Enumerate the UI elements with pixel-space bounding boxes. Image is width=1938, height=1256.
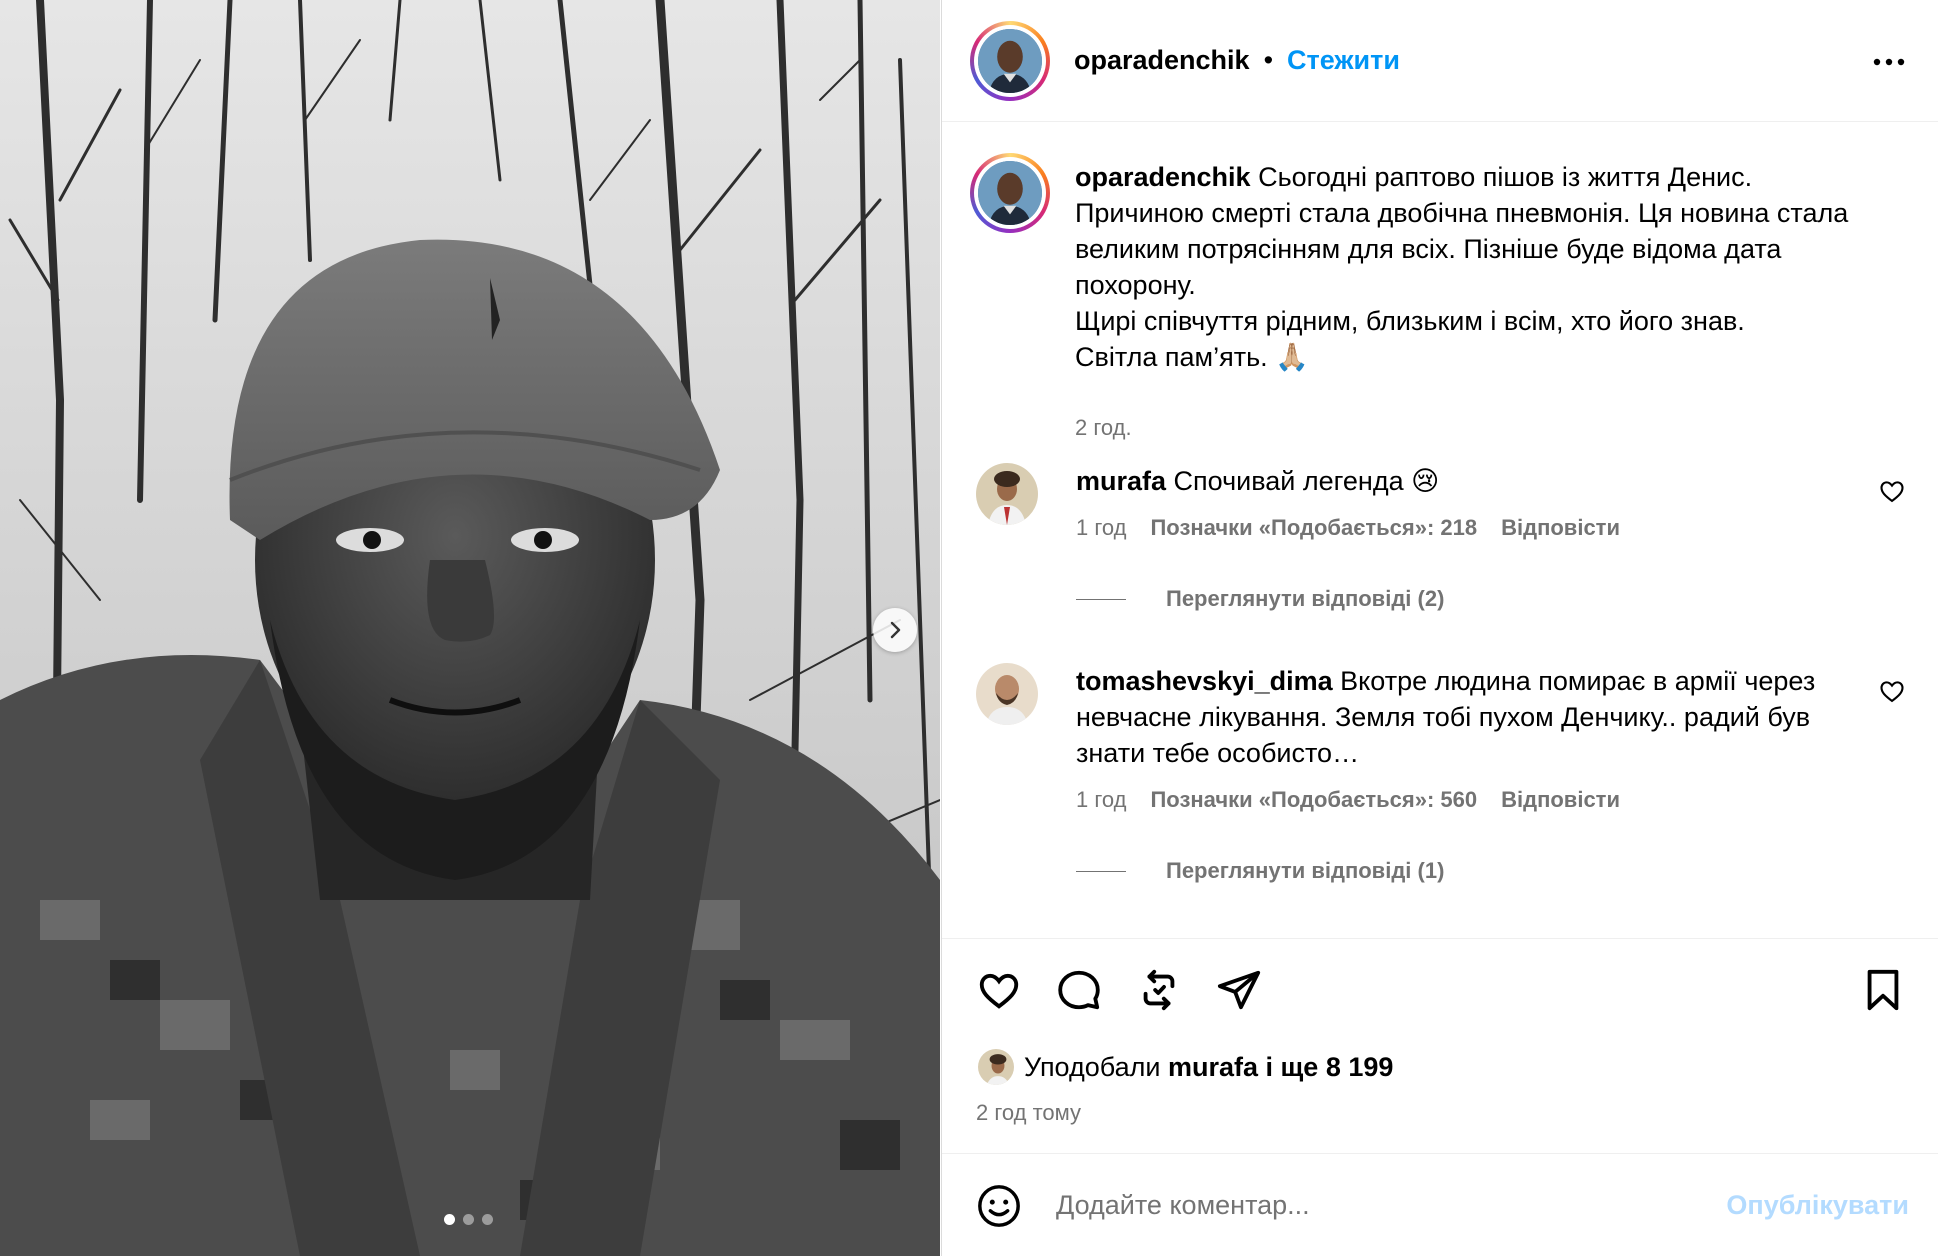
- caption-author-avatar[interactable]: [970, 153, 1050, 233]
- comment-meta: 1 год Позначки «Подобається»: 218 Відпов…: [1076, 515, 1620, 541]
- comments-list[interactable]: oparadenchik Сьогодні раптово пішов із ж…: [942, 123, 1938, 938]
- comment-body: Спочивай легенда 😢: [1173, 466, 1440, 496]
- commenter-avatar[interactable]: [976, 663, 1038, 725]
- separator-dot: •: [1263, 45, 1274, 75]
- heart-icon[interactable]: [976, 967, 1022, 1013]
- photo-image: [0, 0, 940, 1256]
- caption-timestamp: 2 год.: [1075, 415, 1132, 440]
- caption-body-line3: Світла пам’ять. 🙏🏼: [1075, 342, 1309, 372]
- bookmark-icon[interactable]: [1860, 967, 1906, 1013]
- comment-timestamp: 1 год: [1076, 787, 1127, 812]
- likes-prefix: Уподобали: [1024, 1051, 1161, 1082]
- publish-button[interactable]: Опублікувати: [1726, 1190, 1909, 1221]
- view-replies-label: Переглянути відповіді (1): [1166, 858, 1445, 883]
- action-bar: Уподобали murafa і ще 8 199 2 год тому О…: [942, 938, 1938, 1256]
- caption-text: oparadenchik Сьогодні раптово пішов із ж…: [1075, 159, 1875, 375]
- next-arrow-icon: [890, 621, 901, 639]
- comment-meta: 1 год Позначки «Подобається»: 560 Відпов…: [1076, 787, 1620, 813]
- comment-composer: Опублікувати: [942, 1153, 1938, 1256]
- comment-like-count[interactable]: Позначки «Подобається»: 218: [1150, 515, 1477, 541]
- next-slide-button[interactable]: [873, 608, 917, 652]
- carousel-dot: [444, 1214, 455, 1225]
- replies-divider: [1076, 870, 1126, 872]
- carousel-dots: [444, 1214, 493, 1225]
- comment-text: murafa Спочивай легенда 😢: [1076, 463, 1836, 499]
- caption-username[interactable]: oparadenchik: [1075, 162, 1251, 192]
- emoji-icon[interactable]: [976, 1183, 1022, 1229]
- likes-count[interactable]: і ще 8 199: [1266, 1052, 1394, 1083]
- comment-like-count[interactable]: Позначки «Подобається»: 560: [1150, 787, 1477, 813]
- view-replies-button[interactable]: Переглянути відповіді (1): [1076, 858, 1444, 884]
- repost-icon[interactable]: [1136, 967, 1182, 1013]
- reply-button[interactable]: Відповісти: [1501, 515, 1620, 541]
- author-avatar-image: [978, 28, 1042, 93]
- commenter-avatar[interactable]: [976, 463, 1038, 525]
- view-replies-button[interactable]: Переглянути відповіді (2): [1076, 586, 1444, 612]
- commenter-username[interactable]: murafa: [1076, 466, 1166, 496]
- comment-like-icon[interactable]: [1878, 677, 1906, 705]
- replies-divider: [1076, 598, 1126, 600]
- reply-button[interactable]: Відповісти: [1501, 787, 1620, 813]
- likes-summary: Уподобали murafa і ще 8 199: [976, 1047, 1393, 1087]
- more-icon[interactable]: [1869, 47, 1909, 77]
- post-panel: oparadenchik • Стежити oparadenchik Сьог…: [941, 0, 1938, 1256]
- share-icon[interactable]: [1216, 967, 1262, 1013]
- comment-icon[interactable]: [1056, 967, 1102, 1013]
- comment-timestamp: 1 год: [1076, 515, 1127, 540]
- carousel-dot: [482, 1214, 493, 1225]
- post-header: oparadenchik • Стежити: [942, 0, 1938, 122]
- commenter-avatar-image: [976, 663, 1038, 725]
- post-photo[interactable]: [0, 0, 940, 1256]
- commenter-username[interactable]: tomashevskyi_dima: [1076, 666, 1333, 696]
- view-replies-label: Переглянути відповіді (2): [1166, 586, 1445, 611]
- comment-like-icon[interactable]: [1878, 477, 1906, 505]
- post-timestamp: 2 год тому: [976, 1100, 1082, 1125]
- caption-author-avatar-image: [978, 161, 1042, 225]
- author-username[interactable]: oparadenchik: [1074, 45, 1250, 76]
- liker-avatar-image: [978, 1049, 1014, 1085]
- commenter-avatar-image: [976, 463, 1038, 525]
- carousel-dot: [463, 1214, 474, 1225]
- author-avatar[interactable]: [970, 20, 1050, 101]
- comment-input[interactable]: [1056, 1190, 1696, 1221]
- comment-text: tomashevskyi_dima Вкотре людина помирає …: [1076, 663, 1836, 771]
- follow-button[interactable]: Стежити: [1287, 45, 1400, 76]
- liker-avatar[interactable]: [976, 1047, 1016, 1087]
- caption-body-line2: Щирі співчуття рідним, близьким і всім, …: [1075, 306, 1745, 336]
- liker-username[interactable]: murafa: [1168, 1052, 1258, 1083]
